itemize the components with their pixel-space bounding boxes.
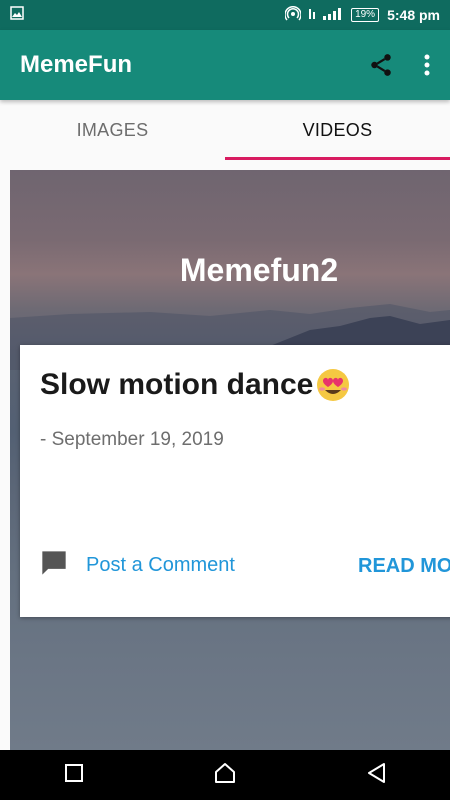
battery-indicator: 19% (351, 8, 380, 22)
tab-videos[interactable]: VIDEOS (225, 100, 450, 160)
more-options-icon[interactable] (424, 54, 430, 76)
tab-images[interactable]: IMAGES (0, 100, 225, 160)
post-date: - September 19, 2019 (40, 429, 224, 450)
signal-icon (309, 7, 343, 24)
back-icon[interactable] (366, 762, 386, 789)
image-notification-icon (10, 5, 24, 25)
post-title-text: Slow motion dance (40, 368, 314, 401)
post-title[interactable]: Slow motion dance (40, 367, 351, 403)
recent-apps-icon[interactable] (64, 763, 84, 788)
app-bar: MemeFun (0, 30, 450, 100)
hotspot-icon (284, 5, 302, 25)
status-bar: 19% 5:48 pm (0, 0, 450, 30)
post-comment-link[interactable]: Post a Comment (40, 549, 235, 582)
app-title: MemeFun (20, 51, 133, 78)
home-icon[interactable] (213, 761, 237, 790)
post-comment-label[interactable]: Post a Comment (86, 554, 235, 577)
clock: 5:48 pm (387, 7, 440, 23)
tab-bar: IMAGES VIDEOS (0, 100, 450, 160)
system-navigation-bar (0, 750, 450, 800)
share-icon[interactable] (368, 52, 394, 78)
blog-title: Memefun2 (179, 252, 339, 288)
read-more-link[interactable]: READ MORE (358, 555, 450, 578)
comment-icon (40, 549, 68, 582)
blog-header-background: Memefun2 Slow motion dance - September 1… (10, 170, 450, 750)
heart-eyes-emoji-icon (317, 369, 350, 401)
post-card[interactable]: Slow motion dance - September 19, 2019 P… (20, 345, 450, 617)
